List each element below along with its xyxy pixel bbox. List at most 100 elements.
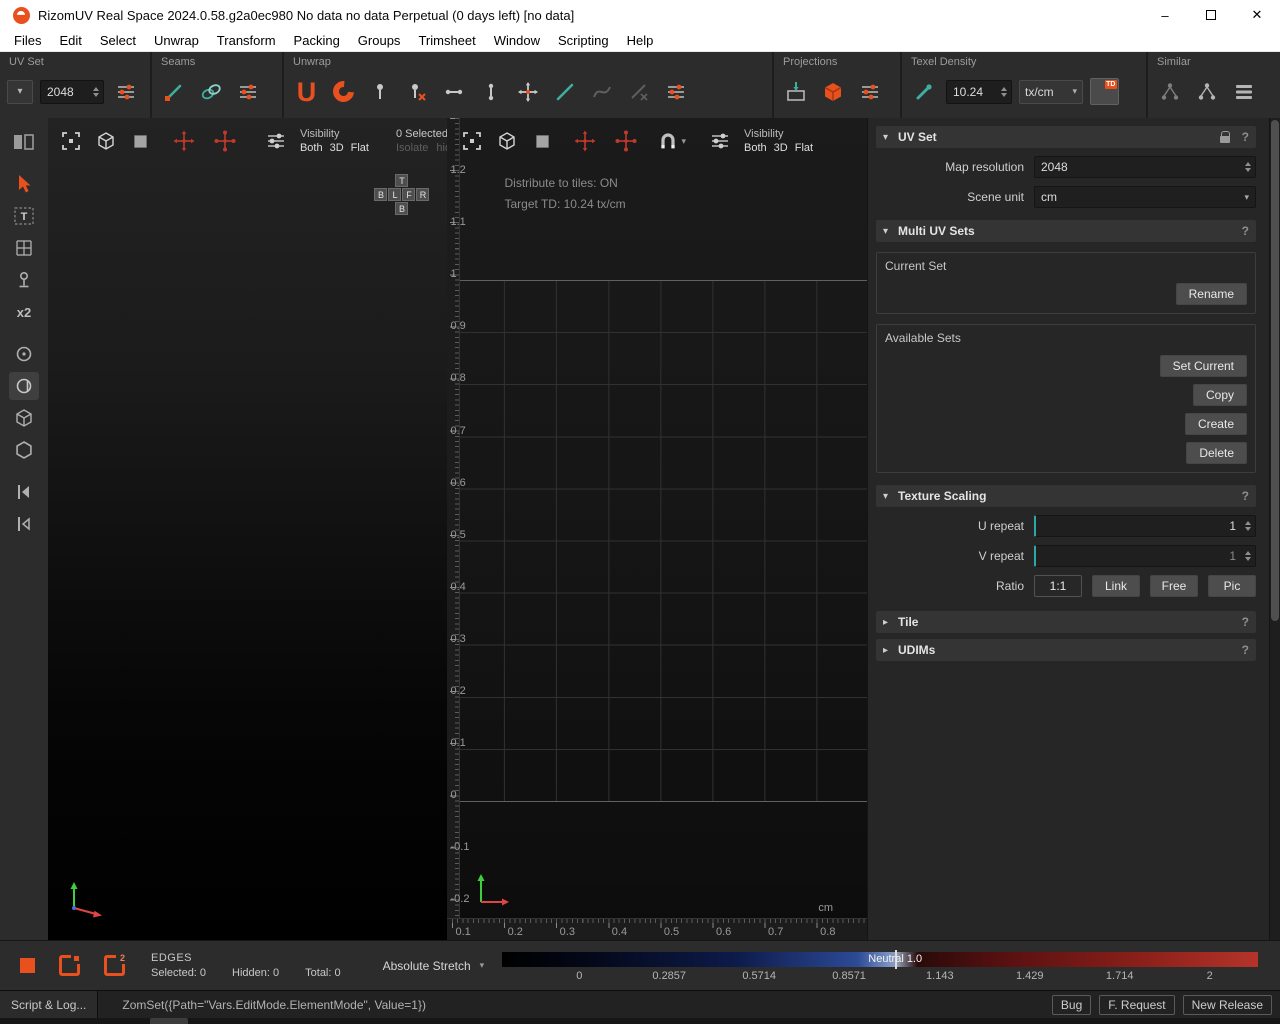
flat-shading-button[interactable] [529,128,555,154]
constrain-unwrap-button[interactable] [328,77,358,107]
stretch-mode-dropdown[interactable]: Absolute Stretch ▾ [383,959,485,973]
viewport-layout-button[interactable] [9,128,39,156]
remove-constraint-button[interactable] [624,77,654,107]
uv-set-dropdown[interactable]: ▾ [7,80,33,104]
visibility-option[interactable]: 3D [774,141,788,155]
lattice-tool-button[interactable] [9,234,39,262]
u-repeat-input[interactable]: 1 [1034,515,1256,537]
select-similar-button[interactable] [1155,77,1185,107]
v-repeat-input[interactable]: 1 [1034,545,1256,567]
viewcube-face[interactable]: L [388,188,401,201]
polygon-mode-button[interactable] [9,436,39,464]
isolate-option[interactable]: hid [436,141,447,155]
edit-seams-button[interactable] [159,77,189,107]
panel-header-multi-uv-sets[interactable]: ▾ Multi UV Sets ? [876,220,1256,242]
stack-islands-button[interactable] [1229,77,1259,107]
visibility-option[interactable]: 3D [330,141,344,155]
pin-button[interactable] [365,77,395,107]
uv-set-resolution-spinner[interactable]: 2048 [40,80,104,104]
menu-item[interactable]: Unwrap [145,33,208,48]
view-cube[interactable]: T BLFR B [374,174,429,215]
unwrap-button[interactable]: U [291,77,321,107]
help-icon[interactable]: ? [1242,643,1249,657]
panel-drag-handle[interactable] [150,1018,188,1024]
select-tool-button[interactable] [9,170,39,198]
menu-item[interactable]: Groups [349,33,410,48]
ratio-mode-button[interactable]: Free [1150,575,1198,597]
center-view-button[interactable] [212,128,238,154]
focus-selection-button[interactable] [572,128,598,154]
topology-segment-button[interactable] [9,372,39,400]
frame-view-button[interactable] [58,128,84,154]
straighten-edge-button[interactable] [550,77,580,107]
unpin-button[interactable] [402,77,432,107]
help-icon[interactable]: ? [1242,489,1249,503]
symmetry-button[interactable] [9,478,39,506]
viewcube-bottom[interactable]: B [395,202,408,215]
double-resolution-button[interactable]: x2 [9,298,39,326]
statusbar-link-button[interactable]: Bug [1052,995,1091,1015]
focus-selection-button[interactable] [171,128,197,154]
flat-shading-button[interactable] [128,128,154,154]
planar-projection-button[interactable] [781,77,811,107]
island-mode-button[interactable] [59,955,80,976]
menu-item[interactable]: Help [618,33,663,48]
help-icon[interactable]: ? [1242,130,1249,144]
element-mode-button[interactable] [20,958,35,973]
rename-button[interactable]: Rename [1176,283,1247,305]
menu-item[interactable]: Files [5,33,50,48]
scene-unit-dropdown[interactable]: cm ▾ [1034,186,1256,208]
shading-cube-button[interactable] [93,128,119,154]
minimize-button[interactable]: – [1142,0,1188,30]
menu-item[interactable]: Select [91,33,145,48]
pin-move-button[interactable] [513,77,543,107]
visibility-option[interactable]: Both [300,141,323,155]
visibility-options-button[interactable] [263,128,289,154]
shading-cube-button[interactable] [494,128,520,154]
menu-item[interactable]: Edit [50,33,90,48]
ratio-mode-button[interactable]: 1:1 [1034,575,1082,597]
uv-set-action-button[interactable]: Set Current [1160,355,1247,377]
viewcube-top[interactable]: T [395,174,408,187]
symmetry-alt-button[interactable] [9,510,39,538]
uv-set-options-button[interactable] [111,77,141,107]
menu-item[interactable]: Packing [285,33,349,48]
uv-set-action-button[interactable]: Delete [1186,442,1247,464]
script-log-button[interactable]: Script & Log... [0,991,98,1018]
spinner-arrows-icon[interactable] [1242,521,1255,531]
visibility-options-button[interactable] [707,128,733,154]
statusbar-link-button[interactable]: F. Request [1099,995,1174,1015]
spinner-arrows-icon[interactable] [90,87,103,97]
viewcube-face[interactable]: B [374,188,387,201]
menu-item[interactable]: Scripting [549,33,618,48]
menu-item[interactable]: Transform [208,33,285,48]
texel-unit-dropdown[interactable]: tx/cm ▾ [1019,80,1083,104]
texel-density-picker-button[interactable] [909,77,939,107]
topology-circle-button[interactable] [9,340,39,368]
box-mode-button[interactable] [9,404,39,432]
brush-tool-button[interactable] [9,266,39,294]
help-icon[interactable]: ? [1242,224,1249,238]
map-resolution-input[interactable]: 2048 [1034,156,1256,178]
unwrap-options-button[interactable] [661,77,691,107]
uv-set-action-button[interactable]: Copy [1193,384,1247,406]
texture-tool-button[interactable]: T [9,202,39,230]
visibility-option[interactable]: Flat [351,141,369,155]
horizontal-constraint-button[interactable] [439,77,469,107]
snap-dropdown[interactable]: ▾ [658,131,686,151]
panel-header-uv-set[interactable]: ▾ UV Set ? [876,126,1256,148]
viewcube-face[interactable]: R [416,188,429,201]
panel-header-udims[interactable]: ▸ UDIMs ? [876,639,1256,661]
isolate-option[interactable]: Isolate [396,141,428,155]
panel-scrollbar[interactable] [1269,118,1280,940]
scrollbar-thumb[interactable] [1271,120,1279,621]
panel-header-tile[interactable]: ▸ Tile ? [876,611,1256,633]
texel-density-spinner[interactable]: 10.24 [946,80,1012,104]
box-projection-button[interactable] [818,77,848,107]
ratio-mode-button[interactable]: Link [1092,575,1140,597]
spinner-arrows-icon[interactable] [1242,551,1255,561]
curve-constraint-button[interactable] [587,77,617,107]
spinner-arrows-icon[interactable] [998,87,1011,97]
texel-density-apply-button[interactable]: TD [1090,78,1119,105]
viewport-uv[interactable]: 1.21.110.90.80.70.60.50.40.30.20.10-0.1-… [447,118,867,940]
